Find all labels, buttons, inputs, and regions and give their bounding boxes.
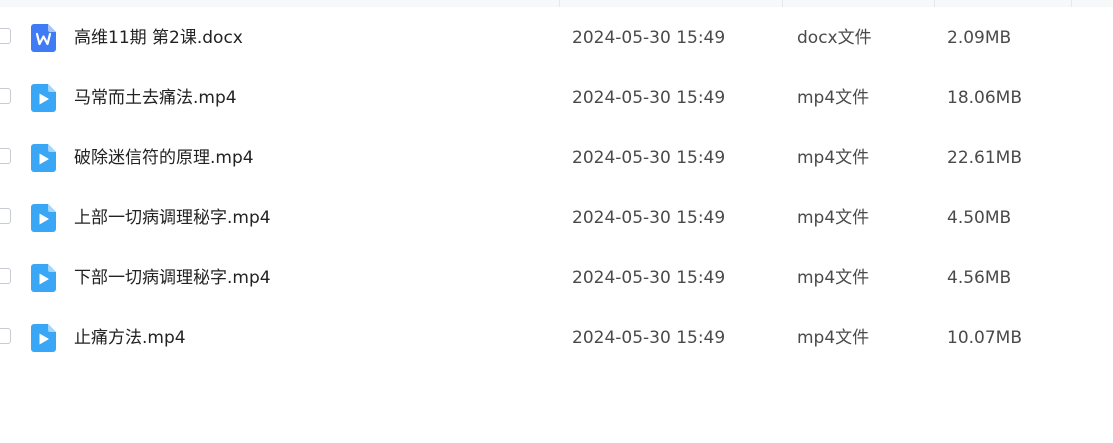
file-row[interactable]: 上部一切病调理秘字.mp4 2024-05-30 15:49 mp4文件 4.5…: [0, 188, 1113, 248]
file-name[interactable]: 高维11期 第2课.docx: [74, 27, 243, 49]
modified-date: 2024-05-30 15:49: [572, 28, 726, 48]
file-name[interactable]: 止痛方法.mp4: [74, 327, 186, 349]
row-checkbox[interactable]: [0, 328, 11, 344]
file-type: mp4文件: [797, 148, 870, 168]
row-checkbox[interactable]: [0, 28, 11, 44]
modified-date: 2024-05-30 15:49: [572, 328, 726, 348]
file-list: 高维11期 第2课.docx 2024-05-30 15:49 docx文件 2…: [0, 8, 1113, 368]
file-row[interactable]: 下部一切病调理秘字.mp4 2024-05-30 15:49 mp4文件 4.5…: [0, 248, 1113, 308]
row-checkbox[interactable]: [0, 148, 11, 164]
column-divider[interactable]: [934, 0, 935, 7]
file-row[interactable]: 破除迷信符的原理.mp4 2024-05-30 15:49 mp4文件 22.6…: [0, 128, 1113, 188]
video-file-icon: [31, 324, 56, 352]
file-size: 10.07MB: [947, 328, 1022, 348]
file-name[interactable]: 下部一切病调理秘字.mp4: [74, 267, 271, 289]
column-divider[interactable]: [782, 0, 783, 7]
video-file-icon: [31, 84, 56, 112]
modified-date: 2024-05-30 15:49: [572, 268, 726, 288]
modified-date: 2024-05-30 15:49: [572, 88, 726, 108]
row-checkbox[interactable]: [0, 208, 11, 224]
row-checkbox[interactable]: [0, 88, 11, 104]
modified-date: 2024-05-30 15:49: [572, 208, 726, 228]
file-type: mp4文件: [797, 268, 870, 288]
file-size: 4.56MB: [947, 268, 1012, 288]
word-doc-icon: [31, 24, 56, 52]
file-name[interactable]: 上部一切病调理秘字.mp4: [74, 207, 271, 229]
file-type: mp4文件: [797, 208, 870, 228]
column-header-strip: [0, 0, 1113, 7]
file-row[interactable]: 高维11期 第2课.docx 2024-05-30 15:49 docx文件 2…: [0, 8, 1113, 68]
file-name[interactable]: 破除迷信符的原理.mp4: [74, 147, 254, 169]
row-checkbox[interactable]: [0, 268, 11, 284]
file-size: 18.06MB: [947, 88, 1022, 108]
video-file-icon: [31, 264, 56, 292]
file-size: 22.61MB: [947, 148, 1022, 168]
video-file-icon: [31, 144, 56, 172]
file-row[interactable]: 止痛方法.mp4 2024-05-30 15:49 mp4文件 10.07MB: [0, 308, 1113, 368]
video-file-icon: [31, 204, 56, 232]
file-type: docx文件: [797, 28, 872, 48]
column-divider[interactable]: [1071, 0, 1072, 7]
file-type: mp4文件: [797, 328, 870, 348]
file-row[interactable]: 马常而土去痛法.mp4 2024-05-30 15:49 mp4文件 18.06…: [0, 68, 1113, 128]
file-type: mp4文件: [797, 88, 870, 108]
file-name[interactable]: 马常而土去痛法.mp4: [74, 87, 237, 109]
column-divider[interactable]: [559, 0, 560, 7]
file-size: 4.50MB: [947, 208, 1012, 228]
file-size: 2.09MB: [947, 28, 1012, 48]
modified-date: 2024-05-30 15:49: [572, 148, 726, 168]
